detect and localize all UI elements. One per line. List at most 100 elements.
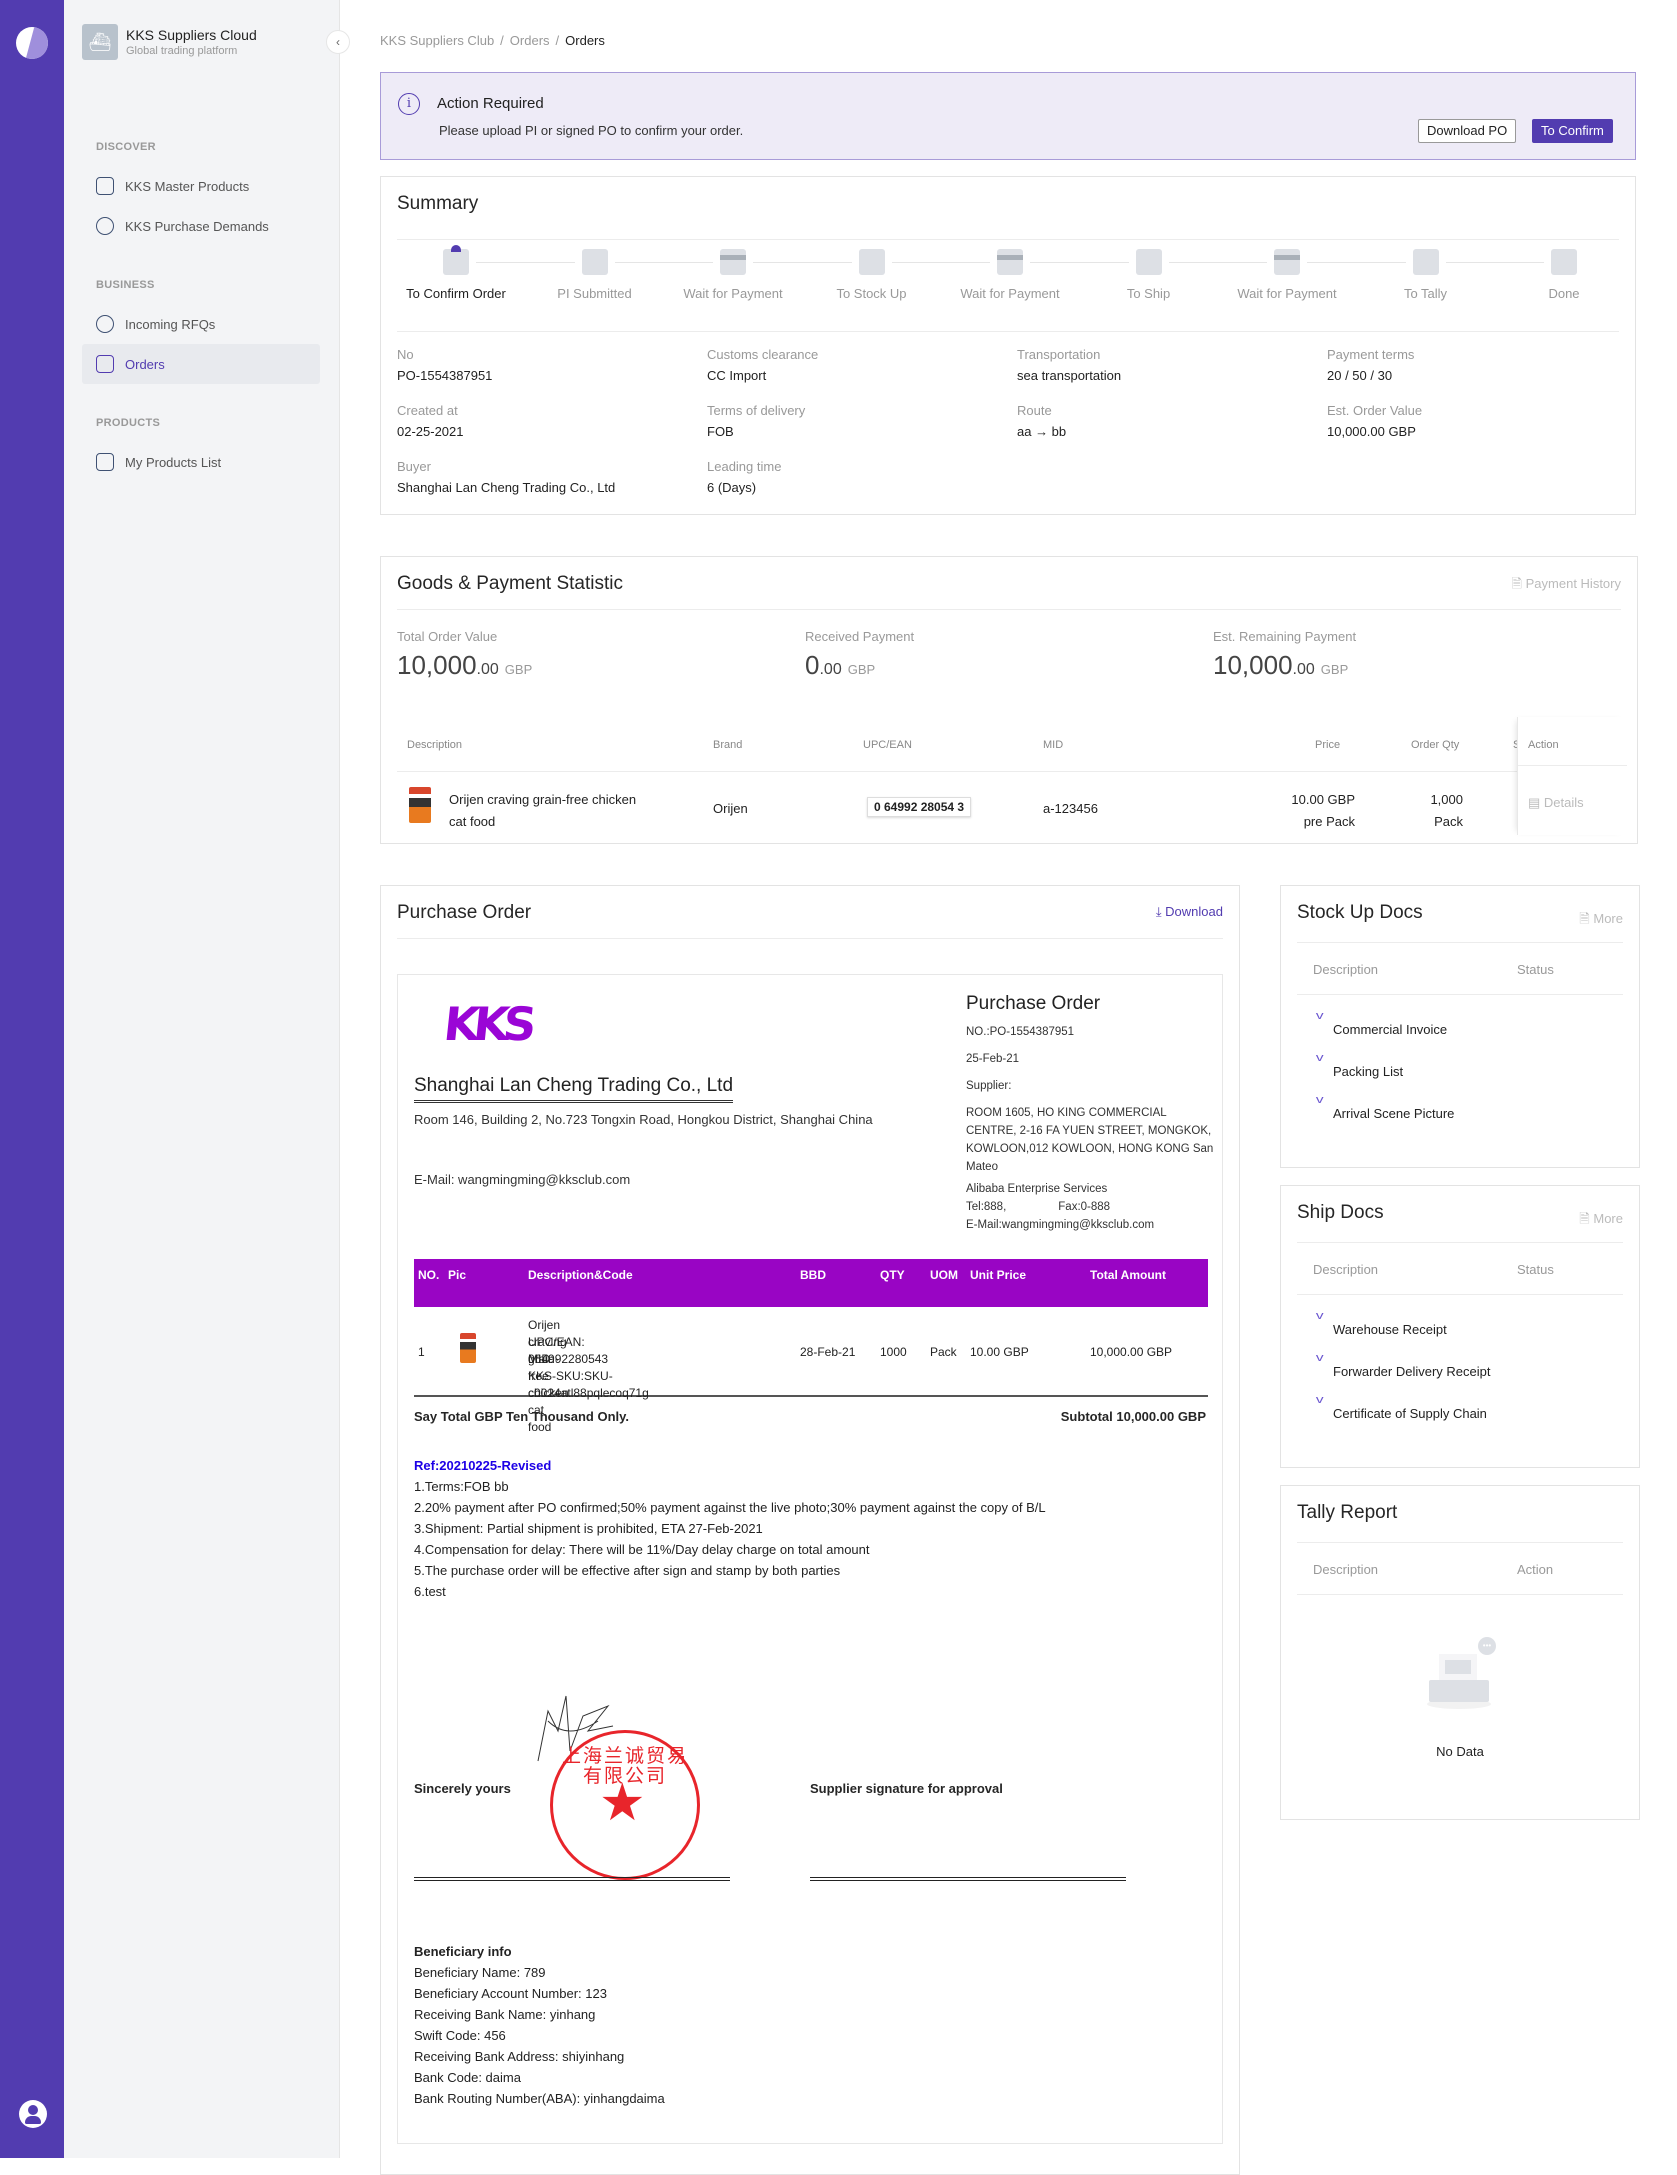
- progress-step-label: To Ship: [1126, 286, 1171, 301]
- no-data-text: No Data: [1436, 1744, 1484, 1759]
- summary-field: No PO-1554387951: [397, 347, 493, 383]
- progress-step-label: To Stock Up: [836, 286, 907, 301]
- sidebar-item-label: Orders: [125, 356, 165, 372]
- doc-item: Packing List: [1333, 1064, 1404, 1079]
- clipboard-check-icon: [581, 249, 608, 275]
- receipt-search-icon: 🗎: [1511, 576, 1526, 591]
- truck-icon: [1135, 249, 1162, 275]
- tally-title: Tally Report: [1297, 1502, 1398, 1523]
- col-upc: UPC/EAN: [863, 739, 912, 751]
- payment-card-icon: [720, 249, 746, 275]
- breadcrumb-current: Orders: [565, 33, 605, 48]
- section-products: PRODUCTS: [96, 417, 161, 429]
- product-thumbnail: [409, 787, 431, 823]
- po-document: KKS Shanghai Lan Cheng Trading Co., Ltd …: [397, 974, 1223, 2144]
- summary-field: Route aa → bb: [1017, 403, 1067, 439]
- alert-message: Please upload PI or signed PO to confirm…: [439, 123, 744, 138]
- summary-title: Summary: [397, 193, 479, 214]
- summary-card: Summary To Confirm Order PI Submitted Wait…: [380, 176, 1636, 515]
- doc-item: Certificate of Supply Chain: [1333, 1406, 1487, 1421]
- progress-step: To Tally: [1356, 249, 1496, 301]
- document-search-icon: 🗎: [1579, 1211, 1594, 1226]
- sidebar-item-label: My Products List: [125, 454, 222, 470]
- details-link[interactable]: ▤ Details: [1528, 795, 1584, 811]
- target-icon: [96, 315, 114, 333]
- po-download-link[interactable]: ⤓ Download: [1156, 904, 1223, 920]
- stock-docs-more-link[interactable]: 🗎 More: [1579, 910, 1623, 932]
- summary-field: Terms of delivery FOB: [707, 403, 806, 439]
- document-search-icon: 🗎: [1579, 911, 1594, 926]
- supplier-signature-label: Supplier signature for approval: [810, 1781, 1003, 1796]
- summary-field: Transportation sea transportation: [1017, 347, 1122, 383]
- box-icon: [96, 453, 114, 471]
- doc-item: Warehouse Receipt: [1333, 1322, 1447, 1337]
- sidebar-item-label: Incoming RFQs: [125, 316, 216, 332]
- expand-chevron-icon[interactable]: v: [1316, 1310, 1324, 1322]
- app-title: KKS Suppliers Cloud: [126, 27, 257, 43]
- progress-step-label: To Tally: [1403, 286, 1448, 301]
- to-confirm-button[interactable]: To Confirm: [1532, 119, 1613, 143]
- product-price: 10.00 GBP pre Pack: [1291, 792, 1355, 829]
- progress-step: Done: [1494, 249, 1634, 301]
- product-brand: Orijen: [713, 801, 748, 816]
- empty-inbox-icon: •••: [1427, 1637, 1496, 1709]
- expand-chevron-icon[interactable]: v: [1316, 1010, 1324, 1022]
- doc-item: Forwarder Delivery Receipt: [1333, 1364, 1491, 1379]
- beneficiary-info: Beneficiary info Beneficiary Name: 789 B…: [414, 1944, 665, 2106]
- say-total: Say Total GBP Ten Thousand Only.: [414, 1409, 630, 1424]
- collapse-sidebar-button[interactable]: ‹: [326, 30, 350, 54]
- po-product-thumbnail: [460, 1333, 476, 1363]
- progress-step: To Confirm Order: [386, 245, 526, 301]
- progress-step-label: Wait for Payment: [960, 286, 1060, 301]
- breadcrumb-link[interactable]: KKS Suppliers Club: [380, 33, 494, 48]
- side-nav: ⛴ KKS Suppliers Cloud Global trading pla…: [64, 0, 340, 2158]
- po-line-table: NO. Pic Description&Code BBD QTY UOM Uni…: [414, 1259, 1208, 1434]
- expand-chevron-icon[interactable]: v: [1316, 1394, 1324, 1406]
- sidebar-item-master-products[interactable]: KKS Master Products: [82, 166, 320, 206]
- payment-card-icon: [997, 249, 1023, 275]
- goods-payment-card: Goods & Payment Statistic 🗎 Payment Hist…: [380, 556, 1638, 844]
- progress-step-label: Done: [1548, 286, 1580, 301]
- kks-document-logo: KKS: [441, 997, 534, 1051]
- progress-step: Wait for Payment: [663, 249, 803, 301]
- workspace-header[interactable]: ⛴ KKS Suppliers Cloud Global trading pla…: [82, 24, 257, 60]
- cube-icon: [96, 177, 114, 195]
- sidebar-item-purchase-demands[interactable]: KKS Purchase Demands: [82, 206, 320, 246]
- sidebar-item-label: KKS Master Products: [125, 178, 250, 194]
- stat-remaining-payment: Est. Remaining Payment 10,000.00 GBP: [1213, 629, 1357, 680]
- expand-chevron-icon[interactable]: v: [1316, 1052, 1324, 1064]
- expand-chevron-icon[interactable]: v: [1316, 1094, 1324, 1106]
- download-po-button[interactable]: Download PO: [1418, 119, 1517, 143]
- goods-title: Goods & Payment Statistic: [397, 573, 623, 594]
- product-qty: 1,000 Pack: [1430, 792, 1463, 829]
- ship-docs-card: Ship Docs 🗎 More Description Status v War…: [1280, 1185, 1640, 1468]
- ship-docs-more-link[interactable]: 🗎 More: [1579, 1210, 1623, 1232]
- app-subtitle: Global trading platform: [126, 45, 238, 57]
- purchase-order-card: Purchase Order ⤓ Download KKS Shanghai L…: [380, 885, 1240, 2175]
- package-icon: [858, 249, 885, 275]
- info-icon: i: [398, 93, 420, 115]
- summary-field: Est. Order Value 10,000.00 GBP: [1327, 403, 1423, 439]
- buyer-signature-label: Sincerely yours: [414, 1781, 511, 1796]
- expand-chevron-icon[interactable]: v: [1316, 1352, 1324, 1364]
- col-price: Price: [1315, 739, 1341, 751]
- alert-title: Action Required: [437, 95, 544, 112]
- summary-field: Leading time 6 (Days): [707, 459, 782, 495]
- clipboard-icon: [96, 355, 114, 373]
- ship-icon: ⛴: [82, 24, 118, 60]
- buyer-company: Shanghai Lan Cheng Trading Co., Ltd: [414, 1075, 734, 1103]
- payment-history-link[interactable]: 🗎 Payment History: [1512, 575, 1621, 597]
- progress-step: Wait for Payment: [1217, 249, 1357, 301]
- sidebar-item-my-products[interactable]: My Products List: [82, 442, 320, 482]
- breadcrumb-link[interactable]: Orders: [510, 33, 550, 48]
- upc-barcode: 0 64992 28054 3: [867, 797, 972, 817]
- user-avatar-icon[interactable]: [19, 2100, 47, 2128]
- sidebar-item-incoming-rfqs[interactable]: Incoming RFQs: [82, 304, 320, 344]
- sidebar-item-orders[interactable]: Orders: [82, 344, 320, 384]
- product-description: Orijen craving grain-free chicken cat fo…: [449, 792, 637, 829]
- app-rail: [0, 0, 64, 2158]
- buyer-email: E-Mail: wangmingming@kksclub.com: [414, 1172, 631, 1187]
- company-seal-stamp: 上海兰诚贸易有限公司 ★: [550, 1730, 700, 1880]
- progress-step-label: PI Submitted: [557, 286, 632, 301]
- kks-logo-icon[interactable]: [16, 27, 48, 59]
